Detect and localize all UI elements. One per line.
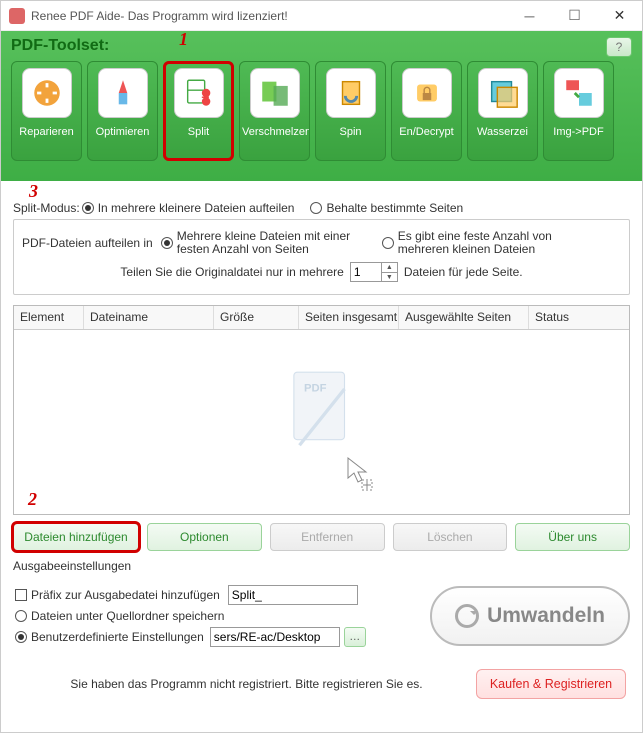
- footer: Sie haben das Programm nicht registriert…: [1, 659, 642, 709]
- titlebar: Renee PDF Aide- Das Programm wird lizenz…: [1, 1, 642, 31]
- svg-text:PDF: PDF: [304, 382, 327, 394]
- spin-up[interactable]: ▲: [382, 263, 397, 273]
- th-ausgewaehlt[interactable]: Ausgewählte Seiten: [399, 306, 529, 329]
- convert-button[interactable]: Umwandeln: [430, 586, 630, 646]
- tool-label: Spin: [316, 126, 385, 138]
- split-options-group: PDF-Dateien aufteilen in Mehrere kleine …: [13, 219, 630, 295]
- options-button[interactable]: Optionen: [147, 523, 262, 551]
- buy-button[interactable]: Kaufen & Registrieren: [476, 669, 626, 699]
- tool-optimieren[interactable]: Optimieren: [87, 61, 158, 161]
- repair-icon: [22, 68, 72, 118]
- prefix-input[interactable]: [228, 585, 358, 605]
- th-element[interactable]: Element: [14, 306, 84, 329]
- custom-label[interactable]: Benutzerdefinierte Einstellungen: [31, 630, 204, 644]
- custom-path-input[interactable]: [210, 627, 340, 647]
- tool-label: Verschmelzen: [240, 126, 309, 138]
- prefix-label[interactable]: Präfix zur Ausgabedatei hinzufügen: [31, 588, 220, 602]
- tool-img-pdf[interactable]: Img->PDF: [543, 61, 614, 161]
- file-table: Element Dateiname Größe Seiten insgesamt…: [13, 305, 630, 515]
- page-count-input[interactable]: [351, 263, 381, 281]
- prefix-checkbox[interactable]: [15, 589, 27, 601]
- th-seiten[interactable]: Seiten insgesamt: [299, 306, 399, 329]
- th-groesse[interactable]: Größe: [214, 306, 299, 329]
- same-folder-label[interactable]: Dateien unter Quellordner speichern: [31, 609, 224, 623]
- about-button[interactable]: Über uns: [515, 523, 630, 551]
- convert-label: Umwandeln: [487, 604, 605, 628]
- output-settings: Präfix zur Ausgabedatei hinzufügen Datei…: [13, 581, 630, 651]
- table-header: Element Dateiname Größe Seiten insgesamt…: [14, 306, 629, 330]
- browse-button[interactable]: …: [344, 627, 366, 647]
- app-icon: [9, 8, 25, 24]
- empty-placeholder: PDF: [287, 367, 357, 462]
- output-title: Ausgabeeinstellungen: [13, 559, 630, 573]
- tool-split[interactable]: Split: [163, 61, 234, 161]
- encrypt-icon: [402, 68, 452, 118]
- cursor-icon: [346, 456, 374, 497]
- tool-label: En/Decrypt: [392, 126, 461, 138]
- header: ? PDF-Toolset: 1 Reparieren Optimieren S…: [1, 31, 642, 181]
- tool-label: Img->PDF: [544, 126, 613, 138]
- annotation-2: 2: [28, 489, 37, 510]
- tool-label: Optimieren: [88, 126, 157, 138]
- register-msg: Sie haben das Programm nicht registriert…: [17, 677, 476, 691]
- tool-label: Reparieren: [12, 126, 81, 138]
- radio-split-multiple[interactable]: [82, 202, 94, 214]
- split-in-label: PDF-Dateien aufteilen in: [22, 236, 153, 250]
- tool-wasserzeichen[interactable]: Wasserzei: [467, 61, 538, 161]
- optimize-icon: [98, 68, 148, 118]
- add-files-button[interactable]: Dateien hinzufügen: [13, 523, 139, 551]
- tool-label: Wasserzei: [468, 126, 537, 138]
- divide-post: Dateien für jede Seite.: [404, 265, 523, 279]
- split-opt-b[interactable]: Es gibt eine feste Anzahl von mehreren k…: [398, 230, 578, 256]
- split-opt-a[interactable]: Mehrere kleine Dateien mit einer festen …: [177, 230, 372, 256]
- img-pdf-icon: [554, 68, 604, 118]
- th-status[interactable]: Status: [529, 306, 629, 329]
- remove-button[interactable]: Entfernen: [270, 523, 385, 551]
- page-count-spinner[interactable]: ▲▼: [350, 262, 398, 282]
- close-button[interactable]: ✕: [597, 1, 642, 31]
- body: 3 Split-Modus: In mehrere kleinere Datei…: [1, 181, 642, 659]
- spin-down[interactable]: ▼: [382, 273, 397, 282]
- tool-verschmelzen[interactable]: Verschmelzen: [239, 61, 310, 161]
- tool-spin[interactable]: Spin: [315, 61, 386, 161]
- annotation-3: 3: [29, 181, 38, 202]
- convert-icon: [455, 604, 479, 628]
- tool-label: Split: [164, 126, 233, 138]
- tool-row: Reparieren Optimieren Split Verschmelzen…: [11, 61, 632, 161]
- split-mode-opt2[interactable]: Behalte bestimmte Seiten: [326, 201, 463, 215]
- split-mode-opt1[interactable]: In mehrere kleinere Dateien aufteilen: [98, 201, 295, 215]
- maximize-button[interactable]: ☐: [552, 1, 597, 31]
- spin-icon: [326, 68, 376, 118]
- split-icon: [174, 68, 224, 118]
- tool-encrypt[interactable]: En/Decrypt: [391, 61, 462, 161]
- radio-fixed-pages[interactable]: [161, 237, 173, 249]
- annotation-1: 1: [179, 29, 188, 50]
- radio-custom-folder[interactable]: [15, 631, 27, 643]
- help-button[interactable]: ?: [606, 37, 632, 57]
- header-title: PDF-Toolset:: [11, 37, 632, 55]
- delete-button[interactable]: Löschen: [393, 523, 508, 551]
- divide-pre: Teilen Sie die Originaldatei nur in mehr…: [120, 265, 343, 279]
- merge-icon: [250, 68, 300, 118]
- radio-keep-pages[interactable]: [310, 202, 322, 214]
- th-dateiname[interactable]: Dateiname: [84, 306, 214, 329]
- radio-fixed-count[interactable]: [382, 237, 394, 249]
- split-mode-label: Split-Modus:: [13, 201, 80, 215]
- tool-reparieren[interactable]: Reparieren: [11, 61, 82, 161]
- button-row: Dateien hinzufügen Optionen Entfernen Lö…: [13, 523, 630, 551]
- window-title: Renee PDF Aide- Das Programm wird lizenz…: [31, 9, 507, 23]
- minimize-button[interactable]: ─: [507, 1, 552, 31]
- radio-same-folder[interactable]: [15, 610, 27, 622]
- watermark-icon: [478, 68, 528, 118]
